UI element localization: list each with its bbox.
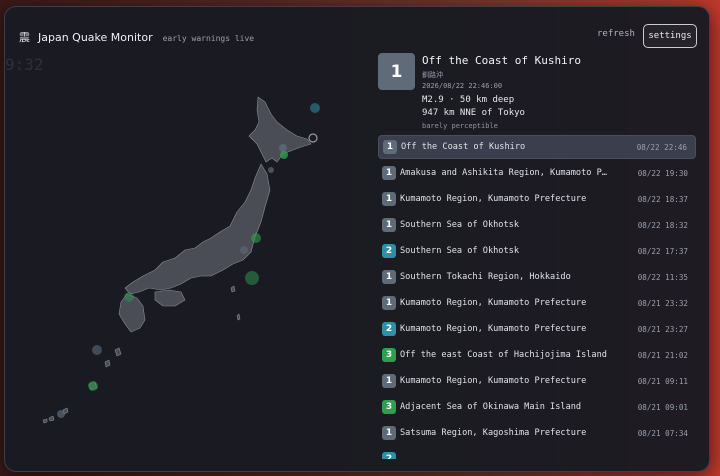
quake-marker bbox=[279, 144, 287, 152]
quake-location: Southern Sea of Okhotsk bbox=[400, 220, 519, 230]
quake-location: Off the Coast of Kushiro bbox=[401, 142, 526, 152]
detail-description: barely perceptible bbox=[422, 122, 498, 130]
intensity-badge: 1 bbox=[382, 296, 396, 310]
island-1 bbox=[114, 347, 122, 357]
quake-list-item[interactable]: 1 Amakusa and Ashikita Region, Kumamoto P… bbox=[378, 161, 696, 185]
quake-marker bbox=[268, 167, 274, 173]
intensity-badge: 1 bbox=[382, 166, 396, 180]
detail-distance: 947 km NNE of Tokyo bbox=[422, 108, 525, 118]
quake-location: Amakusa and Ashikita Region, Kumamoto Pr… bbox=[400, 168, 610, 178]
quake-list-item[interactable]: 1 Off the Coast of Kushiro 08/22 22:46 bbox=[378, 135, 696, 159]
quake-time: 08/21 23:32 bbox=[637, 298, 688, 308]
quake-list-item[interactable]: 2 Southern Sea of Okhotsk 08/22 17:37 bbox=[378, 239, 696, 263]
quake-time: 08/21 23:27 bbox=[637, 324, 688, 334]
app-window: 9:32 震 Japan Quake Monitor early warning… bbox=[4, 6, 710, 472]
background-clock: 9:32 bbox=[5, 55, 44, 74]
quake-location: Kumamoto Region, Kumamoto Prefecture bbox=[400, 324, 587, 334]
quake-time: 08/22 22:46 bbox=[636, 142, 687, 152]
app-title: Japan Quake Monitor bbox=[38, 31, 153, 44]
quake-marker bbox=[308, 133, 318, 143]
quake-marker bbox=[88, 381, 98, 391]
intensity-badge: 1 bbox=[382, 426, 396, 440]
quake-time: 08/21 07:34 bbox=[637, 428, 688, 438]
quake-list-item[interactable]: 3 Off the east Coast of Hachijojima Islan… bbox=[378, 343, 696, 367]
island-7 bbox=[230, 285, 236, 293]
quake-list-item[interactable]: 2 Kumamoto Region, Kumamoto Prefecture 08/… bbox=[378, 317, 696, 341]
quake-time: 08/22 11:35 bbox=[637, 272, 688, 282]
quake-marker bbox=[245, 271, 259, 285]
earthquake-icon: 震 bbox=[19, 31, 30, 44]
intensity-badge: 1 bbox=[382, 374, 396, 388]
quake-list-item[interactable]: 2 bbox=[378, 447, 696, 459]
app-header: 震 Japan Quake Monitor early warnings liv… bbox=[19, 29, 254, 45]
quake-list-item[interactable]: 1 Southern Tokachi Region, Hokkaido 08/22 … bbox=[378, 265, 696, 289]
japan-map[interactable] bbox=[25, 92, 345, 432]
quake-marker bbox=[92, 345, 102, 355]
quake-time: 08/22 17:37 bbox=[637, 246, 688, 256]
quake-location: Kumamoto Region, Kumamoto Prefecture bbox=[400, 194, 587, 204]
settings-button[interactable]: settings bbox=[643, 24, 697, 48]
detail-title: Off the Coast of Kushiro bbox=[422, 54, 581, 67]
intensity-badge: 2 bbox=[382, 322, 396, 336]
app-subtitle: early warnings live bbox=[162, 34, 255, 43]
quake-time: 08/21 09:11 bbox=[637, 376, 688, 386]
quake-marker bbox=[57, 410, 65, 418]
quake-location: Adjacent Sea of Okinawa Main Island bbox=[400, 402, 582, 412]
detail-time: 2026/08/22 22:46:00 bbox=[422, 82, 503, 90]
detail-name-jp: 釧路沖 bbox=[422, 71, 443, 79]
quake-time: 08/22 18:32 bbox=[637, 220, 688, 230]
quake-time: 08/21 09:01 bbox=[637, 402, 688, 412]
intensity-badge: 3 bbox=[382, 348, 396, 362]
quake-list-item[interactable]: 3 Adjacent Sea of Okinawa Main Island 08/2… bbox=[378, 395, 696, 419]
island-2 bbox=[104, 359, 111, 368]
quake-location: Southern Tokachi Region, Hokkaido bbox=[400, 272, 571, 282]
island-5 bbox=[48, 415, 55, 422]
refresh-button[interactable]: refresh bbox=[597, 29, 635, 39]
quake-list-item[interactable]: 1 Southern Sea of Okhotsk 08/22 18:32 bbox=[378, 213, 696, 237]
quake-time: 08/21 21:02 bbox=[637, 350, 688, 360]
quake-list-item[interactable]: 1 Kumamoto Region, Kumamoto Prefecture 08/… bbox=[378, 369, 696, 393]
quake-list-item[interactable]: 1 Kumamoto Region, Kumamoto Prefecture 08/… bbox=[378, 187, 696, 211]
quake-list[interactable]: 1 Off the Coast of Kushiro 08/22 22:46 1 Ama… bbox=[378, 135, 696, 459]
intensity-badge: 3 bbox=[382, 400, 396, 414]
quake-time: 08/22 19:30 bbox=[637, 168, 688, 178]
island-6 bbox=[42, 418, 48, 424]
quake-list-item[interactable]: 1 Satsuma Region, Kagoshima Prefecture 08/… bbox=[378, 421, 696, 445]
detail-magnitude-depth: M2.9 · 50 km deep bbox=[422, 95, 515, 105]
quake-location: Satsuma Region, Kagoshima Prefecture bbox=[400, 428, 587, 438]
quake-location: Off the east Coast of Hachijojima Island bbox=[400, 350, 607, 360]
quake-marker bbox=[240, 246, 248, 254]
intensity-badge: 2 bbox=[382, 244, 396, 258]
quake-list-item[interactable]: 1 Kumamoto Region, Kumamoto Prefecture 08/… bbox=[378, 291, 696, 315]
quake-marker bbox=[310, 103, 320, 113]
hokkaido-land bbox=[248, 96, 312, 163]
quake-marker bbox=[251, 233, 261, 243]
intensity-badge: 1 bbox=[383, 140, 397, 154]
intensity-badge-large: 1 bbox=[378, 53, 415, 90]
quake-location: Kumamoto Region, Kumamoto Prefecture bbox=[400, 298, 587, 308]
intensity-badge: 2 bbox=[382, 452, 396, 459]
quake-location: Kumamoto Region, Kumamoto Prefecture bbox=[400, 376, 587, 386]
intensity-badge: 1 bbox=[382, 192, 396, 206]
quake-detail: 1 Off the Coast of Kushiro 釧路沖 2026/08/2… bbox=[378, 53, 696, 133]
quake-time: 08/22 18:37 bbox=[637, 194, 688, 204]
quake-marker bbox=[124, 292, 134, 302]
quake-marker bbox=[280, 151, 288, 159]
island-8 bbox=[236, 313, 241, 321]
intensity-badge: 1 bbox=[382, 218, 396, 232]
shikoku-land bbox=[154, 289, 186, 307]
quake-location: Southern Sea of Okhotsk bbox=[400, 246, 519, 256]
intensity-badge: 1 bbox=[382, 270, 396, 284]
